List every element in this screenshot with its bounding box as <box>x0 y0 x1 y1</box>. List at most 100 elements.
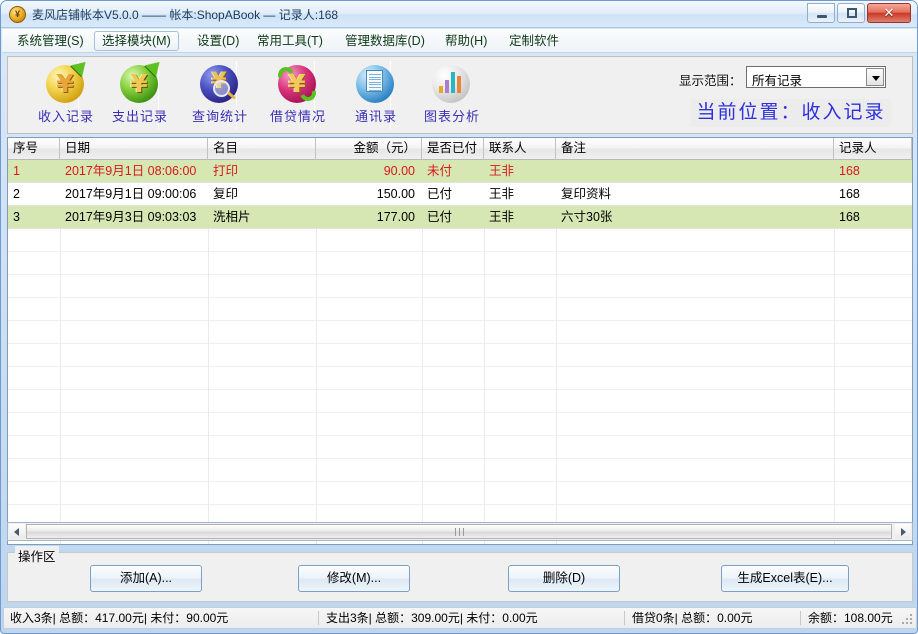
table-empty-row <box>8 298 912 321</box>
table-empty-row <box>8 482 912 505</box>
table-empty-row <box>8 390 912 413</box>
menu-item-label: 帮助(H) <box>445 34 488 48</box>
menu-item-3[interactable]: 常用工具(T) <box>250 31 330 51</box>
table-cell-recorder: 168 <box>839 210 860 224</box>
menu-item-1[interactable]: 选择模块(M) <box>94 31 179 51</box>
table-cell-item: 复印 <box>213 187 239 201</box>
grid-column-header-1[interactable]: 日期 <box>60 138 208 159</box>
table-empty-row <box>8 413 912 436</box>
display-range-value: 所有记录 <box>752 74 803 88</box>
menu-item-5[interactable]: 帮助(H) <box>438 31 494 51</box>
table-row[interactable]: 2 2017年9月1日 09:00:06 复印 150.00 已付 王非 复印资料 168 <box>8 183 912 206</box>
menu-item-0[interactable]: 系统管理(S) <box>10 31 91 51</box>
toolbar-button-label: 图表分析 <box>423 109 480 124</box>
table-cell-contact: 王非 <box>489 210 515 224</box>
grid-column-header-2[interactable]: 名目 <box>208 138 316 159</box>
scrollbar-thumb[interactable] <box>26 524 892 539</box>
table-cell-paid: 未付 <box>427 164 453 178</box>
toolbar-button-2[interactable]: ¥ 查询统计 <box>184 60 256 130</box>
operation-button-3[interactable]: 生成Excel表(E)... <box>721 565 849 592</box>
menu-item-label: 常用工具(T) <box>257 34 323 48</box>
table-cell-seq: 3 <box>13 210 20 224</box>
table-cell-item: 打印 <box>213 164 239 178</box>
operation-button-1[interactable]: 修改(M)... <box>298 565 410 592</box>
chevron-down-icon[interactable] <box>866 68 884 86</box>
grid-column-header-0[interactable]: 序号 <box>8 138 60 159</box>
table-cell-contact: 王非 <box>489 164 515 178</box>
table-cell-contact: 王非 <box>489 187 515 201</box>
table-cell-paid: 已付 <box>427 187 453 201</box>
records-grid[interactable]: 序号 日期 名目 金额（元） 是否已付 联系人 备注 记录人 1 2017年9月1日 08:06… <box>7 137 913 545</box>
grid-column-divider <box>316 229 317 544</box>
toolbar-button-4[interactable]: 通讯录 <box>340 60 412 130</box>
minimize-button[interactable] <box>807 3 835 23</box>
status-cell-3: 余额：108.00元 <box>808 611 893 625</box>
operation-button-label: 生成Excel表(E)... <box>737 571 833 585</box>
menu-item-2[interactable]: 设置(D) <box>190 31 246 51</box>
grid-column-header-5[interactable]: 联系人 <box>484 138 556 159</box>
grid-column-header-3[interactable]: 金额（元） <box>316 138 422 159</box>
menu-item-4[interactable]: 管理数据库(D) <box>338 31 432 51</box>
maximize-button[interactable] <box>837 3 865 23</box>
grid-column-divider <box>484 229 485 544</box>
grid-column-divider <box>834 229 835 544</box>
close-button[interactable]: ✕ <box>867 3 911 23</box>
toolbar-button-1[interactable]: ¥ 支出记录 <box>104 56 176 130</box>
status-bar: 收入3条| 总额：417.00元| 未付：90.00元 支出3条| 总额：309.… <box>3 607 917 629</box>
table-empty-row <box>8 436 912 459</box>
scroll-left-arrow-icon[interactable] <box>9 524 25 539</box>
table-empty-row <box>8 344 912 367</box>
menu-item-label: 选择模块(M) <box>102 34 171 48</box>
grid-column-header-4[interactable]: 是否已付 <box>422 138 484 159</box>
status-divider-2 <box>800 611 801 625</box>
app-logo-icon: ¥ <box>9 6 26 23</box>
title-bar: ¥ 麦风店铺帐本V5.0.0 —— 帐本:ShopABook — 记录人:168… <box>1 1 917 28</box>
table-cell-recorder: 168 <box>839 187 860 201</box>
toolbar-button-label: 通讯录 <box>354 109 397 124</box>
horizontal-scrollbar[interactable] <box>7 522 913 541</box>
expense-record-icon: ¥ <box>118 56 166 105</box>
table-cell-recorder: 168 <box>839 164 860 178</box>
table-row[interactable]: 3 2017年9月3日 09:03:03 洗相片 177.00 已付 王非 六寸30张 168 <box>8 206 912 229</box>
table-empty-row <box>8 275 912 298</box>
window-title: 麦风店铺帐本V5.0.0 —— 帐本:ShopABook — 记录人:168 <box>32 8 339 22</box>
toolbar-button-label: 借贷情况 <box>269 109 326 124</box>
table-cell-amount: 150.00 <box>376 187 415 201</box>
table-row[interactable]: 1 2017年9月1日 08:06:00 打印 90.00 未付 王非 168 <box>8 160 912 183</box>
contacts-icon <box>354 61 398 105</box>
income-record-icon: ¥ <box>44 56 92 105</box>
status-cell-1: 支出3条| 总额：309.00元| 未付：0.00元 <box>326 611 538 625</box>
toolbar-button-5[interactable]: 图表分析 <box>416 60 488 130</box>
table-cell-note <box>556 160 834 182</box>
operations-group: 添加(A)... 修改(M)... 删除(D) 生成Excel表(E)... <box>7 552 913 602</box>
minimize-icon <box>817 15 827 18</box>
table-cell-item: 洗相片 <box>213 210 251 224</box>
toolbar-button-0[interactable]: ¥ 收入记录 <box>30 56 102 130</box>
maximize-icon <box>847 8 857 18</box>
table-empty-row <box>8 459 912 482</box>
current-position-label: 当前位置：收入记录 <box>691 99 891 127</box>
table-cell-amount: 177.00 <box>376 210 415 224</box>
table-cell-seq: 2 <box>13 187 20 201</box>
scroll-right-arrow-icon[interactable] <box>895 524 911 539</box>
table-cell-date: 2017年9月3日 09:03:03 <box>65 210 197 224</box>
display-range-select[interactable]: 所有记录 <box>746 66 886 88</box>
operation-button-label: 添加(A)... <box>119 571 173 585</box>
operation-button-0[interactable]: 添加(A)... <box>90 565 202 592</box>
toolbar-button-label: 支出记录 <box>111 109 168 124</box>
table-empty-row <box>8 367 912 390</box>
grid-column-divider <box>422 229 423 544</box>
menu-item-label: 定制软件 <box>509 34 560 48</box>
status-cell-2: 借贷0条| 总额：0.00元 <box>632 611 753 625</box>
close-icon: ✕ <box>883 5 895 20</box>
toolbar-button-label: 查询统计 <box>191 109 248 124</box>
table-cell-note: 六寸30张 <box>561 210 613 224</box>
table-cell-amount: 90.00 <box>383 164 415 178</box>
operation-button-2[interactable]: 删除(D) <box>508 565 620 592</box>
operation-button-label: 修改(M)... <box>326 571 382 585</box>
toolbar-button-3[interactable]: ¥ 借贷情况 <box>262 60 334 130</box>
grid-column-header-7[interactable]: 记录人 <box>834 138 912 159</box>
status-cell-0: 收入3条| 总额：417.00元| 未付：90.00元 <box>10 611 229 625</box>
menu-item-6[interactable]: 定制软件 <box>502 31 566 51</box>
grid-column-header-6[interactable]: 备注 <box>556 138 834 159</box>
